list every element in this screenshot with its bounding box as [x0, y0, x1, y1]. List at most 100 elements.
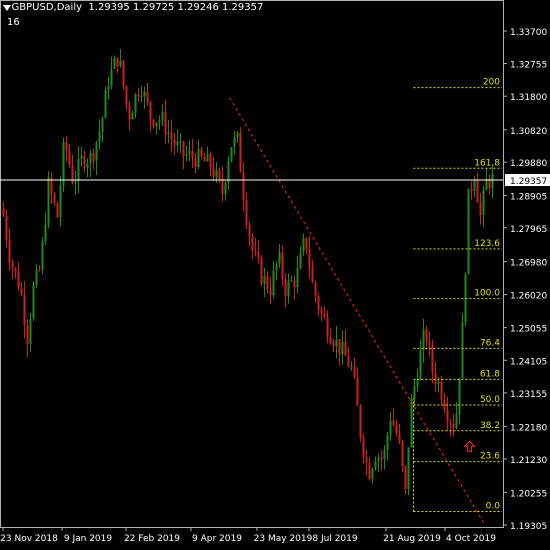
candle-body — [176, 141, 179, 146]
candle-body — [266, 276, 269, 290]
candle-body — [11, 263, 14, 269]
candle-body — [32, 284, 35, 319]
price-tick-label: 1.20255 — [510, 489, 547, 499]
candle-body — [44, 224, 47, 242]
candle-body — [218, 170, 221, 179]
candle-body — [248, 225, 251, 237]
price-tick-label: 1.33700 — [510, 28, 547, 38]
price-tick-label: 1.29880 — [510, 159, 547, 169]
candle-body — [344, 342, 347, 356]
candle-body — [284, 278, 287, 297]
candle-body — [236, 132, 239, 138]
fib-level-label: 61.8 — [480, 369, 500, 379]
candle-body — [179, 141, 182, 143]
candle-body — [5, 215, 8, 241]
candle-body — [98, 131, 101, 143]
candle-body — [242, 172, 245, 200]
candle-body — [296, 268, 299, 288]
candle-body — [233, 137, 236, 148]
candle-body — [182, 141, 185, 157]
candle-body — [356, 376, 359, 406]
candle-body — [2, 208, 5, 216]
time-tick-label: 8 Jul 2019 — [312, 534, 357, 544]
candle-body — [260, 257, 263, 284]
candle-body — [161, 111, 164, 121]
candle-body — [305, 238, 308, 250]
candle-body — [134, 94, 137, 113]
candle-body — [329, 337, 332, 344]
candle-body — [17, 271, 20, 289]
candle-body — [68, 150, 71, 165]
candle-body — [326, 317, 329, 338]
candle-body — [65, 142, 68, 151]
trendline[interactable] — [229, 97, 486, 526]
candle-body — [365, 457, 368, 463]
candle-body — [221, 178, 224, 194]
fib-level-label: 0.0 — [486, 501, 501, 511]
candle-body — [35, 269, 38, 285]
candle-body — [107, 86, 110, 91]
candle-body — [347, 355, 350, 367]
candle-body — [461, 321, 464, 379]
candle-body — [197, 148, 200, 167]
candle-body — [380, 457, 383, 460]
fib-level-label: 161.8 — [474, 158, 500, 168]
price-tick-label: 1.26020 — [510, 292, 547, 302]
candle-body — [449, 422, 452, 424]
candle-body — [287, 280, 290, 297]
candle-body — [257, 250, 260, 258]
candle-body — [80, 155, 83, 160]
candle-body — [317, 296, 320, 310]
candle-body — [491, 173, 494, 188]
time-tick-label: 9 Apr 2019 — [192, 534, 242, 544]
candle-body — [428, 341, 431, 345]
fib-level-label: 50.0 — [480, 395, 500, 405]
candle-body — [440, 381, 443, 400]
candle-body — [452, 423, 455, 429]
candle-body — [275, 263, 278, 271]
price-tick-label: 1.24105 — [510, 357, 547, 367]
up-arrow-icon[interactable] — [463, 440, 476, 452]
candle-body — [446, 410, 449, 423]
candle-body — [86, 163, 89, 168]
candle-body — [299, 252, 302, 269]
candle-body — [191, 151, 194, 159]
candle-body — [74, 181, 77, 183]
candle-body — [455, 414, 458, 429]
candle-body — [395, 425, 398, 434]
candle-body — [167, 132, 170, 135]
candle-body — [23, 294, 26, 326]
candle-body — [413, 386, 416, 399]
candle-body — [209, 153, 212, 168]
candle-body — [62, 142, 65, 186]
candle-body — [158, 120, 161, 123]
candle-body — [110, 68, 113, 87]
candle-body — [149, 102, 152, 120]
plot-frame — [0, 0, 504, 528]
candle-body — [290, 280, 293, 282]
candle-body — [200, 148, 203, 157]
candle-body — [341, 342, 344, 355]
candle-body — [302, 238, 305, 253]
candle-body — [323, 313, 326, 318]
price-tick-label: 1.23155 — [510, 390, 547, 400]
candle-body — [164, 111, 167, 135]
candle-body — [83, 155, 86, 168]
candle-body — [92, 153, 95, 162]
candle-body — [263, 276, 266, 284]
price-tick-label: 1.26980 — [510, 259, 547, 269]
price-tick-label: 1.28905 — [510, 193, 547, 203]
fib-level-label: 38.2 — [480, 421, 500, 431]
candle-body — [113, 57, 116, 69]
candle-body — [359, 405, 362, 438]
candle-body — [254, 250, 257, 252]
candle-body — [104, 90, 107, 118]
candle-body — [293, 280, 296, 288]
candle-body — [41, 241, 44, 270]
candle-body — [131, 112, 134, 120]
candle-body — [422, 329, 425, 350]
candle-body — [212, 167, 215, 178]
candle-body — [476, 179, 479, 203]
price-chart[interactable]: 200 161.8 123.6 100.0 76.4 61.8 50.0 38.2 23.6 0.… — [0, 0, 550, 550]
candle-body — [410, 398, 413, 448]
